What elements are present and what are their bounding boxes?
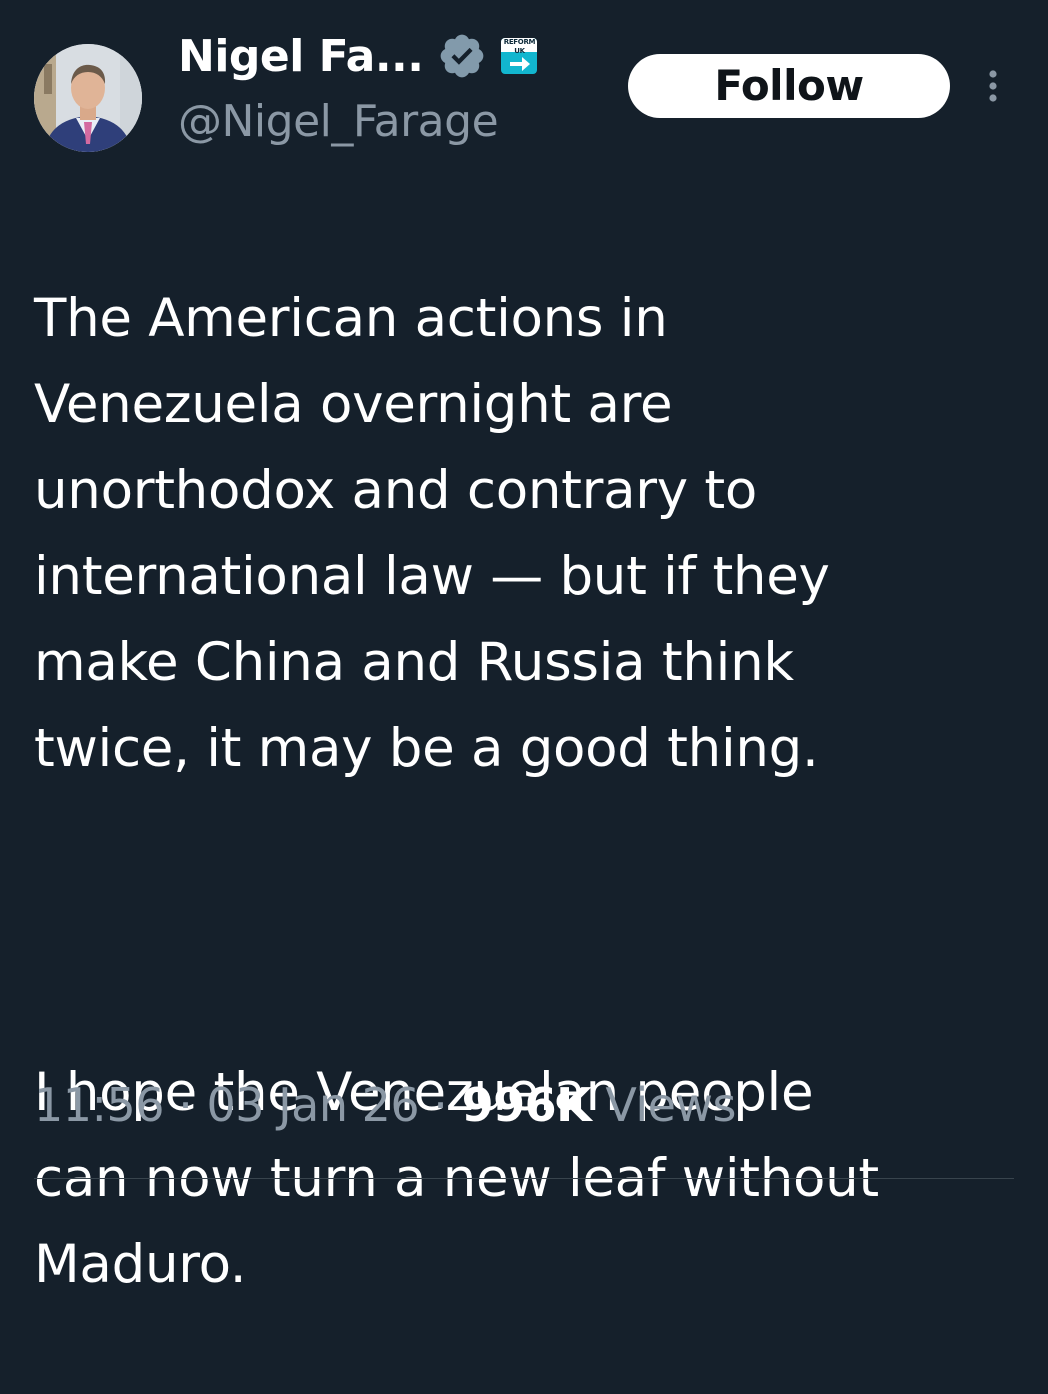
meta-separator: · xyxy=(419,1078,462,1132)
author-name-row: Nigel Fa... REFORM UK xyxy=(178,24,538,88)
affiliate-badge-icon[interactable]: REFORM UK xyxy=(501,38,538,74)
more-vertical-icon[interactable] xyxy=(982,64,1004,108)
meta-separator: · xyxy=(164,1078,207,1132)
tweet-time[interactable]: 11:56 xyxy=(34,1078,165,1132)
divider xyxy=(34,1178,1014,1179)
tweet-meta: 11:56 · 03 Jan 26 · 996K Views xyxy=(34,1078,736,1132)
avatar[interactable] xyxy=(34,44,142,152)
display-name[interactable]: Nigel Fa... xyxy=(178,31,424,82)
avatar-image xyxy=(34,44,142,152)
tweet-date[interactable]: 03 Jan 26 xyxy=(206,1078,419,1132)
views-label: Views xyxy=(605,1078,736,1132)
author-handle[interactable]: @Nigel_Farage xyxy=(178,96,499,147)
tweet-paragraph-1: The American actions in Venezuela overni… xyxy=(34,288,830,779)
follow-button[interactable]: Follow xyxy=(628,54,950,118)
tweet-card: Nigel Fa... REFORM UK @Nigel_Farage Follo… xyxy=(0,0,1048,1295)
views-count: 996K xyxy=(461,1078,592,1132)
tweet-text: The American actions in Venezuela overni… xyxy=(34,190,1024,1394)
verified-badge-icon[interactable] xyxy=(437,31,487,81)
